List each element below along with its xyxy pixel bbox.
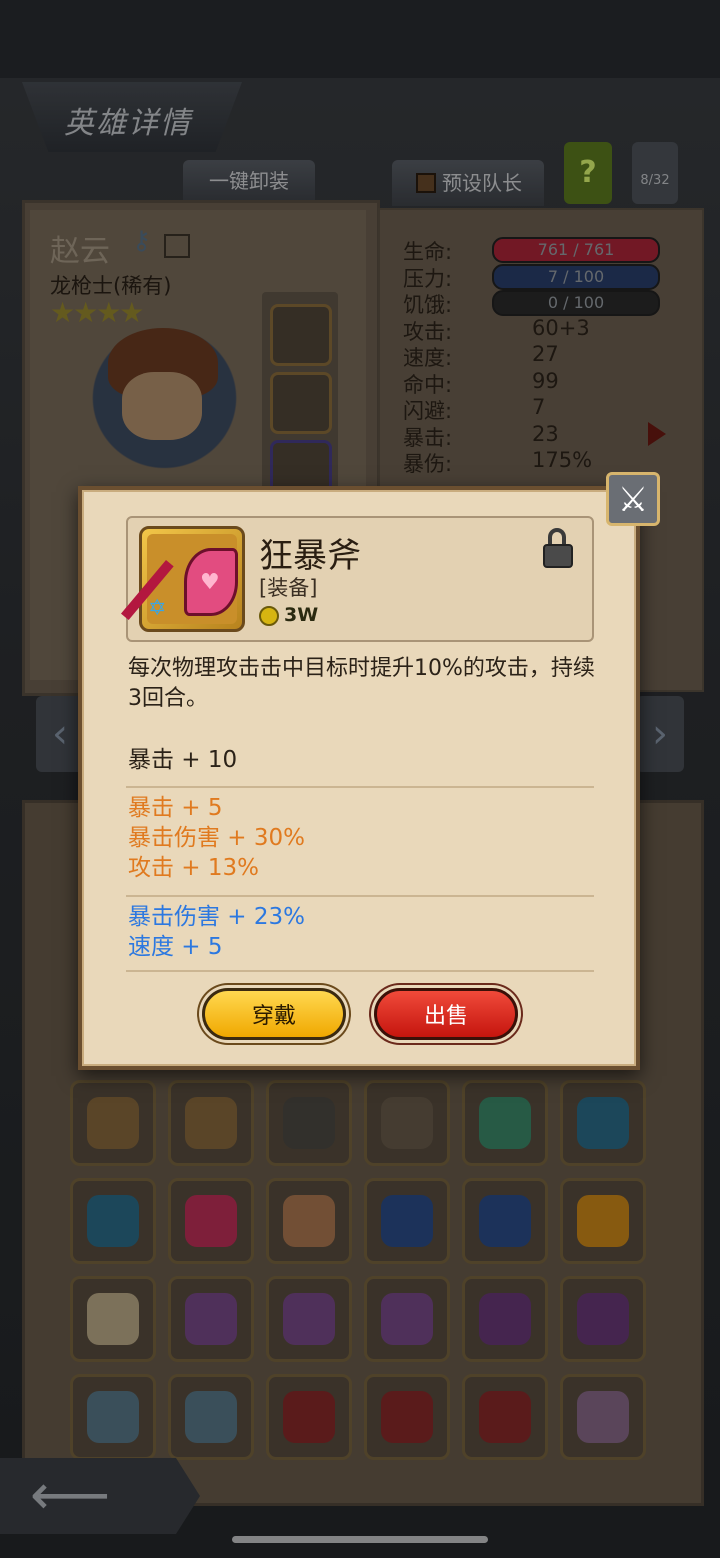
status-bar	[0, 0, 720, 78]
item-stat-line: 暴击伤害 + 23%	[128, 904, 306, 930]
coin-icon	[259, 606, 279, 626]
crossed-swords-icon[interactable]: ⚔	[606, 472, 660, 526]
item-price: 3W	[284, 604, 319, 626]
divider	[126, 786, 594, 788]
item-stat-line: 攻击 + 13%	[128, 855, 260, 881]
item-stat-line: 暴击 + 10	[128, 747, 238, 773]
sell-button[interactable]: 出售	[374, 988, 518, 1040]
heart-icon: ♥	[200, 570, 220, 595]
item-stat-line: 暴击 + 5	[128, 795, 223, 821]
divider	[126, 970, 594, 972]
item-name: 狂暴斧	[259, 536, 361, 576]
star-badge-icon: ✡	[148, 596, 167, 621]
item-type: [装备]	[259, 576, 318, 600]
item-stat-line: 暴击伤害 + 30%	[128, 825, 306, 851]
wear-button[interactable]: 穿戴	[202, 988, 346, 1040]
item-description: 每次物理攻击击中目标时提升10%的攻击，持续3回合。	[128, 656, 595, 711]
lock-icon[interactable]	[543, 544, 573, 568]
item-stat-line: 速度 + 5	[128, 934, 223, 960]
divider	[126, 895, 594, 897]
